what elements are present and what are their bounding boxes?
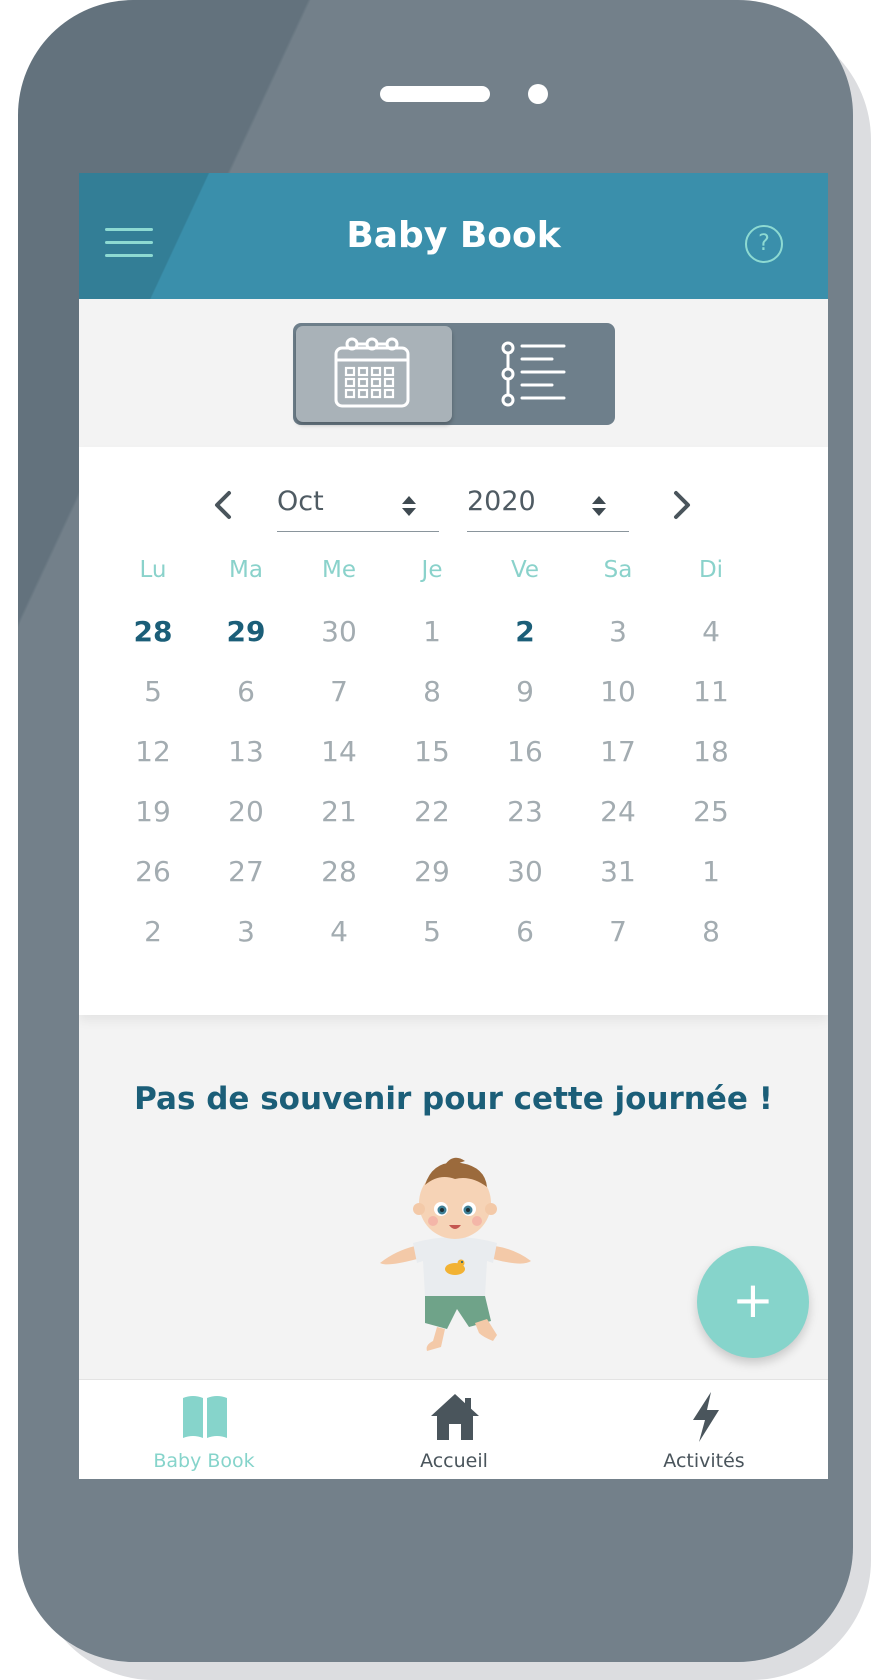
app-screen: Baby Book ? Oct 2020 Lu Ma Me Je Ve Sa D… [79,173,828,1479]
weekday-label: Di [698,557,724,583]
calendar-day[interactable]: 3 [568,607,668,657]
calendar-day-with-memory[interactable]: 29 [196,607,296,657]
calendar-day[interactable]: 18 [661,727,761,777]
calendar-day[interactable]: 17 [568,727,668,777]
calendar-day[interactable]: 13 [196,727,296,777]
calendar-day[interactable]: 25 [661,787,761,837]
calendar-day[interactable]: 6 [196,667,296,717]
calendar-day[interactable]: 5 [103,667,203,717]
nav-label-activites: Activités [663,1450,745,1472]
calendar-day[interactable]: 21 [289,787,389,837]
bottom-navigation: Baby Book Accueil Activités [79,1379,828,1479]
list-view-button[interactable] [456,326,612,422]
calendar-icon [334,337,410,408]
weekday-header-row: Lu Ma Me Je Ve Sa Di [79,557,828,597]
calendar-day[interactable]: 5 [382,907,482,957]
calendar-view-button[interactable] [296,326,452,422]
calendar-day[interactable]: 4 [289,907,389,957]
nav-item-baby-book[interactable]: Baby Book [79,1380,329,1479]
year-select-value: 2020 [467,486,536,517]
calendar-day[interactable]: 15 [382,727,482,777]
calendar-day[interactable]: 14 [289,727,389,777]
sort-arrows-icon [592,496,606,516]
calendar-day[interactable]: 9 [475,667,575,717]
calendar-day[interactable]: 31 [568,847,668,897]
empty-state-message: Pas de souvenir pour cette journée ! [134,1081,773,1117]
calendar-day[interactable]: 29 [382,847,482,897]
calendar-day[interactable]: 10 [568,667,668,717]
calendar-day[interactable]: 3 [196,907,296,957]
nav-item-accueil[interactable]: Accueil [329,1380,579,1479]
nav-label-accueil: Accueil [420,1450,488,1472]
weekday-label: Me [322,557,356,583]
phone-frame: Baby Book ? Oct 2020 Lu Ma Me Je Ve Sa D… [18,0,853,1662]
calendar-day[interactable]: 26 [103,847,203,897]
calendar-day[interactable]: 20 [196,787,296,837]
calendar-day[interactable]: 30 [475,847,575,897]
phone-speaker [380,86,490,102]
month-select-value: Oct [277,486,324,517]
nav-item-activites[interactable]: Activités [579,1380,828,1479]
calendar-day-grid: 28 29 30 1 2 3 4 5 6 7 8 9 10 11 12 13 14 15 16 17 18 19 20 21 2… [79,607,828,997]
calendar-day[interactable]: 2 [103,907,203,957]
next-month-button[interactable] [662,485,702,525]
weekday-label: Sa [603,557,633,583]
calendar-day[interactable]: 16 [475,727,575,777]
nav-label-baby-book: Baby Book [153,1450,255,1472]
help-circle-icon[interactable]: ? [745,225,783,263]
sort-arrows-icon [402,496,416,516]
calendar-day[interactable]: 27 [196,847,296,897]
calendar-day[interactable]: 1 [382,607,482,657]
calendar-day[interactable]: 8 [382,667,482,717]
weekday-label: Lu [139,557,167,583]
chevron-left-icon [215,491,231,519]
calendar-day[interactable]: 24 [568,787,668,837]
timeline-list-icon [501,341,566,407]
phone-camera [528,84,548,104]
open-book-icon [183,1396,227,1438]
chevron-right-icon [674,491,690,519]
app-header: Baby Book ? [79,173,828,299]
month-select[interactable]: Oct [277,482,439,532]
previous-month-button[interactable] [203,485,243,525]
calendar-day[interactable]: 23 [475,787,575,837]
home-icon [431,1394,479,1440]
calendar-day[interactable]: 7 [289,667,389,717]
calendar-day[interactable]: 19 [103,787,203,837]
add-memory-button[interactable]: + [697,1246,809,1358]
calendar-card: Oct 2020 Lu Ma Me Je Ve Sa Di 28 29 30 1 2 3 [79,447,828,1015]
calendar-day[interactable]: 30 [289,607,389,657]
baby-illustration [380,1157,531,1351]
calendar-day[interactable]: 6 [475,907,575,957]
page-title: Baby Book [346,215,561,256]
weekday-label: Je [421,557,443,583]
calendar-day[interactable]: 1 [661,847,761,897]
calendar-day-with-memory[interactable]: 28 [103,607,203,657]
view-toggle [293,323,615,425]
year-select[interactable]: 2020 [467,482,629,532]
weekday-label: Ma [229,557,263,583]
calendar-day[interactable]: 7 [568,907,668,957]
calendar-day[interactable]: 8 [661,907,761,957]
calendar-day[interactable]: 4 [661,607,761,657]
weekday-label: Ve [510,557,540,583]
calendar-day[interactable]: 11 [661,667,761,717]
calendar-day[interactable]: 22 [382,787,482,837]
calendar-day-with-memory[interactable]: 2 [475,607,575,657]
calendar-day[interactable]: 12 [103,727,203,777]
lightning-bolt-icon [693,1392,719,1442]
calendar-day[interactable]: 28 [289,847,389,897]
